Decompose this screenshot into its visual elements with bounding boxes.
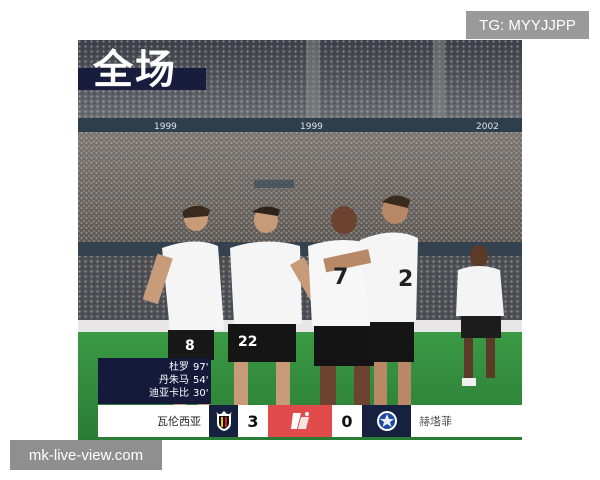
shirt-number-8: 8: [185, 338, 195, 354]
scorers-panel: 杜罗 97' 丹朱马 54' 迪亚卡比 30': [98, 358, 211, 404]
shirt-number-2: 2: [398, 267, 413, 292]
stand-sign-1: 1999: [154, 122, 177, 132]
scorer-minute: 97': [193, 362, 209, 373]
laliga-logo-icon: [268, 405, 332, 437]
url-badge: mk-live-view.com: [10, 440, 162, 470]
scorer-row: 迪亚卡比 30': [102, 387, 209, 400]
telegram-badge: TG: MYYJJPP: [466, 11, 589, 39]
home-team-name: 瓦伦西亚: [98, 405, 209, 437]
valencia-bat-crest-icon: [209, 405, 238, 437]
scorer-minute: 30': [193, 388, 209, 399]
scorer-name: 杜罗: [169, 362, 189, 373]
match-photo: 1999 1999 2002 8 22 7 2 全场 杜罗 97' 丹朱马 54…: [78, 40, 522, 440]
full-time-title: 全场: [93, 47, 177, 93]
scorer-name: 丹朱马: [159, 375, 189, 386]
getafe-crest-icon: [362, 405, 411, 437]
scorer-name: 迪亚卡比: [149, 388, 189, 399]
stand-sign-2: 1999: [300, 122, 323, 132]
watermark-text: 懂球帝足球: [414, 415, 469, 428]
scorer-row: 杜罗 97': [102, 361, 209, 374]
stand-sign-3: 2002: [476, 122, 499, 132]
away-score: 0: [332, 405, 362, 437]
scorer-minute: 54': [193, 375, 209, 386]
shirt-number-22: 22: [238, 334, 257, 350]
home-score: 3: [238, 405, 268, 437]
shirt-number-7: 7: [333, 265, 348, 290]
scorer-row: 丹朱马 54': [102, 374, 209, 387]
